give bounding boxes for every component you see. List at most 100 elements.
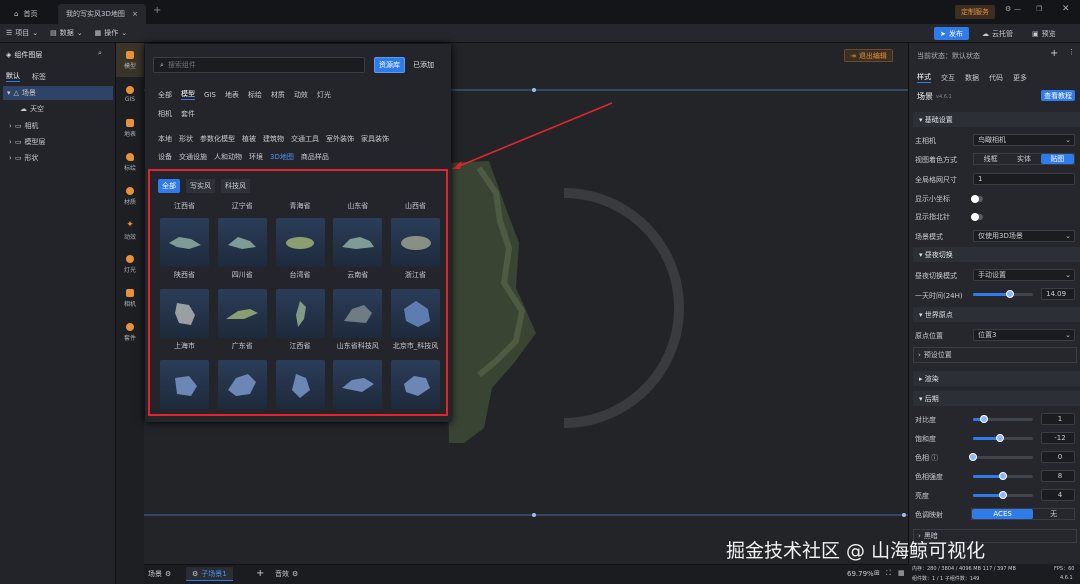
tag[interactable]: 本地 — [158, 134, 172, 144]
map-thumbnail[interactable] — [275, 218, 325, 267]
category-kit[interactable]: 套件 — [116, 315, 144, 349]
slider-knob[interactable] — [969, 453, 977, 461]
category-chip[interactable]: 标绘 — [248, 90, 262, 100]
tag[interactable]: 室外装饰 — [326, 134, 354, 144]
view-option-solid[interactable]: 实体 — [1007, 154, 1040, 164]
tree-item-sky[interactable]: ☁ 天空 — [20, 104, 44, 114]
category-chip[interactable]: 全部 — [158, 90, 172, 100]
tag-active[interactable]: 3D地图 — [270, 152, 294, 162]
post-setting-input[interactable]: -12 — [1041, 432, 1075, 444]
category-camera[interactable]: 相机 — [116, 281, 144, 315]
category-chip[interactable]: 套件 — [181, 109, 195, 119]
map-thumbnail[interactable] — [217, 360, 267, 409]
tab-more[interactable]: 更多 — [1013, 73, 1027, 83]
tag[interactable]: 参数化模型 — [200, 134, 235, 144]
tree-item-camera[interactable]: › ▭ 相机 — [9, 121, 38, 131]
section-day-night[interactable]: ▾ 昼夜切换 — [913, 247, 1080, 262]
tag[interactable]: 家具装饰 — [361, 134, 389, 144]
map-thumbnail[interactable] — [275, 360, 325, 409]
scene-mode-select[interactable]: 仅使用3D场景 ⌄ — [973, 230, 1075, 242]
post-setting-input[interactable]: 0 — [1041, 451, 1075, 463]
close-window-icon[interactable]: ✕ — [1062, 4, 1070, 14]
show-compass-toggle[interactable] — [971, 213, 983, 221]
tag[interactable]: 设备 — [158, 152, 172, 162]
post-setting-slider[interactable] — [973, 434, 1033, 442]
category-chip[interactable]: 动效 — [294, 90, 308, 100]
menu-project[interactable]: ☰ 项目 ⌄ — [6, 28, 38, 38]
tag[interactable]: 建筑物 — [263, 134, 284, 144]
tone-option-aces[interactable]: ACES — [972, 509, 1034, 519]
category-chip[interactable]: 地表 — [225, 90, 239, 100]
tree-item-shape[interactable]: › ▭ 形状 — [9, 153, 38, 163]
fit-icon[interactable]: ⊞ — [874, 569, 880, 577]
settings-icon[interactable]: ⚙ — [1005, 5, 1011, 13]
settings-icon[interactable]: ⚙ — [292, 570, 298, 578]
category-light[interactable]: 灯光 — [116, 247, 144, 281]
tone-option-none[interactable]: 无 — [1033, 509, 1074, 519]
grid-size-input[interactable]: 1 — [973, 173, 1075, 185]
document-tab[interactable]: 我的写实风3D地图 × — [58, 4, 146, 24]
add-state-button[interactable]: + — [1050, 48, 1058, 59]
tab-code[interactable]: 代码 — [989, 73, 1003, 83]
post-setting-slider[interactable] — [973, 491, 1033, 499]
post-setting-slider[interactable] — [969, 453, 1033, 461]
custom-service-badge[interactable]: 定制服务 — [955, 5, 995, 19]
search-input[interactable]: ⌕ 搜索组件 — [153, 57, 365, 73]
tag[interactable]: 环境 — [249, 152, 263, 162]
slider-knob[interactable] — [999, 472, 1007, 480]
slider-knob[interactable] — [999, 491, 1007, 499]
minimize-icon[interactable]: — — [1014, 5, 1021, 13]
map-thumbnail[interactable] — [391, 360, 440, 409]
map-thumbnail[interactable] — [217, 218, 267, 267]
cloud-button[interactable]: ☁ 云托管 — [982, 27, 1013, 40]
home-tab[interactable]: ⌂ 首页 — [6, 4, 45, 24]
time-of-day-input[interactable]: 14.09 — [1041, 288, 1075, 300]
section-render[interactable]: ▸ 渲染 — [913, 371, 1080, 386]
preview-button[interactable]: ▣ 预览 — [1032, 27, 1056, 40]
map-thumbnail[interactable] — [275, 289, 325, 338]
added-button[interactable]: 已添加 — [410, 57, 437, 73]
resource-library-button[interactable]: 资源库 — [374, 57, 405, 73]
publish-button[interactable]: ➤ 发布 — [934, 27, 969, 40]
category-chip[interactable]: GIS — [204, 91, 216, 99]
tag[interactable]: 商品样品 — [301, 152, 329, 162]
tab-interaction[interactable]: 交互 — [941, 73, 955, 83]
slider-knob[interactable] — [996, 434, 1004, 442]
tab-style[interactable]: 样式 — [917, 72, 931, 83]
category-effect[interactable]: ✦ 动效 — [116, 213, 144, 247]
tag[interactable]: 植被 — [242, 134, 256, 144]
slider-knob[interactable] — [979, 415, 988, 423]
show-coord-toggle[interactable] — [971, 195, 983, 203]
view-option-wireframe[interactable]: 线框 — [974, 154, 1007, 164]
menu-data[interactable]: ▤ 数据 ⌄ — [50, 28, 83, 38]
map-thumbnail[interactable] — [217, 289, 267, 338]
style-chip[interactable]: 科技风 — [221, 179, 250, 193]
preset-position-row[interactable]: › 预设位置 — [913, 347, 1077, 363]
scene-tab[interactable]: 场景 ⚙ — [148, 569, 171, 579]
restore-icon[interactable]: ❐ — [1036, 5, 1042, 13]
camera-select[interactable]: 鸟瞰相机 ⌄ — [973, 134, 1075, 146]
style-chip[interactable]: 写实风 — [186, 179, 215, 193]
tag[interactable]: 形状 — [179, 134, 193, 144]
post-setting-slider[interactable] — [973, 415, 1033, 423]
map-thumbnail[interactable] — [160, 360, 209, 409]
category-chip-active[interactable]: 模型 — [181, 89, 195, 100]
tag[interactable]: 交通工具 — [291, 134, 319, 144]
post-setting-input[interactable]: 8 — [1041, 470, 1075, 482]
add-scene-button[interactable]: + — [256, 568, 264, 579]
tab-data[interactable]: 数据 — [965, 73, 979, 83]
tutorial-button[interactable]: 查看教程 — [1041, 90, 1075, 101]
category-chip[interactable]: 材质 — [271, 90, 285, 100]
menu-operation[interactable]: ▦ 操作 ⌄ — [95, 28, 128, 38]
map-thumbnail[interactable] — [333, 289, 383, 338]
close-tab-icon[interactable]: × — [132, 10, 138, 18]
tab-default[interactable]: 默认 — [6, 71, 20, 82]
tree-item-scene[interactable]: ▾ △ 场景 — [3, 86, 113, 100]
post-setting-input[interactable]: 4 — [1041, 489, 1075, 501]
category-mark[interactable]: 标绘 — [116, 145, 144, 179]
map-thumbnail[interactable] — [333, 218, 383, 267]
map-thumbnail[interactable] — [391, 289, 440, 338]
section-basic[interactable]: ▾ 基础设置 — [913, 112, 1080, 127]
tag[interactable]: 人和动物 — [214, 152, 242, 162]
category-material[interactable]: 材质 — [116, 179, 144, 213]
